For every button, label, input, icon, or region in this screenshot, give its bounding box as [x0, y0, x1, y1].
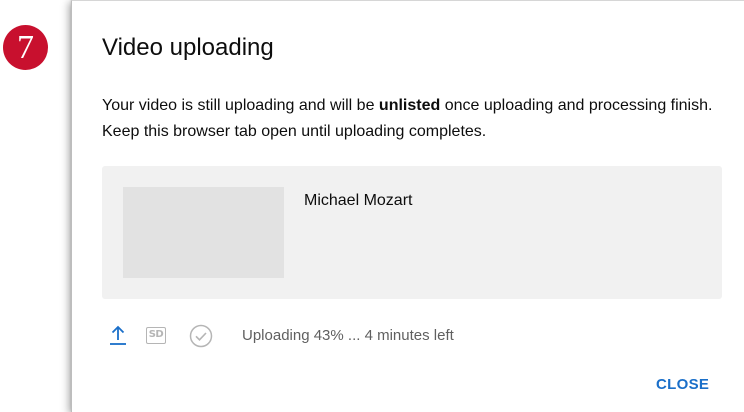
upload-icon — [108, 324, 128, 346]
check-circle-icon — [189, 324, 213, 348]
close-button[interactable]: CLOSE — [656, 376, 709, 393]
upload-status-row: SD Uploading 43% ... 4 minutes left — [102, 321, 722, 351]
video-title: Michael Mozart — [304, 192, 413, 209]
video-thumbnail-placeholder — [123, 187, 284, 278]
page: 7 Video uploading Your video is still up… — [0, 0, 744, 412]
upload-status-text: Uploading 43% ... 4 minutes left — [242, 327, 454, 344]
sd-quality-icon: SD — [146, 327, 166, 344]
visibility-emphasis: unlisted — [378, 97, 441, 114]
dialog-title: Video uploading — [102, 34, 274, 61]
message-text-before: Your video is still uploading and will b… — [102, 97, 379, 114]
video-card: Michael Mozart — [102, 166, 722, 299]
video-uploading-dialog: Video uploading Your video is still uplo… — [71, 0, 744, 412]
dialog-message: Your video is still uploading and will b… — [102, 93, 727, 145]
step-number-badge: 7 — [3, 25, 48, 70]
